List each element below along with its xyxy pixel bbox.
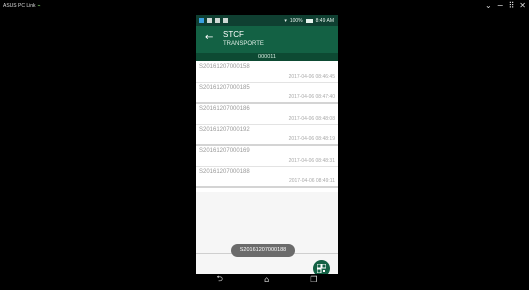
item-code: S20161207000186 — [199, 106, 250, 112]
host-app-title-text: ASUS PC Link — [3, 3, 36, 9]
item-code: S20161207000188 — [199, 169, 250, 175]
home-icon[interactable]: ⌂ — [264, 275, 269, 284]
status-system-icons: ▾ 100% 8:49 AM — [284, 18, 334, 24]
list-item[interactable]: S20161207000192 2017-04-06 08:48:19 — [196, 125, 338, 146]
link-status-icon: ⌁ — [37, 3, 41, 9]
back-nav-icon[interactable]: ⮌ — [217, 273, 223, 286]
android-status-bar: ▾ 100% 8:49 AM — [196, 15, 338, 26]
scan-list: S20161207000158 2017-04-06 08:46:45 S201… — [196, 62, 338, 188]
minimize-icon[interactable]: − — [497, 1, 504, 10]
arrow-left-icon[interactable]: ← — [205, 32, 213, 43]
status-notification-icons — [199, 18, 228, 23]
battery-icon — [305, 19, 313, 23]
grid-icon[interactable]: ⠿ — [508, 1, 514, 10]
item-timestamp: 2017-04-06 08:46:45 — [288, 74, 335, 80]
item-timestamp: 2017-04-06 08:48:08 — [288, 116, 335, 122]
session-code-bar: 000011 — [196, 53, 338, 61]
notification-icon — [199, 18, 204, 23]
host-window-titlebar: ASUS PC Link ⌁ ⌄ − ⠿ ✕ — [0, 0, 529, 12]
list-item[interactable]: S20161207000188 2017-04-06 08:49:11 — [196, 167, 338, 188]
android-nav-bar: ⮌ ⌂ ❐ — [196, 274, 338, 285]
notification-icon — [223, 18, 228, 23]
list-item[interactable]: S20161207000158 2017-04-06 08:46:45 — [196, 62, 338, 83]
list-item[interactable]: S20161207000186 2017-04-06 08:48:08 — [196, 104, 338, 125]
host-window-controls: ⌄ − ⠿ ✕ — [485, 1, 526, 10]
item-code: S20161207000185 — [199, 85, 250, 91]
item-timestamp: 2017-04-06 08:47:40 — [288, 94, 335, 100]
host-app-title: ASUS PC Link ⌁ — [3, 3, 41, 9]
app-title: STCF — [223, 30, 244, 39]
item-timestamp: 2017-04-06 08:49:11 — [288, 178, 335, 184]
item-timestamp: 2017-04-06 08:48:19 — [288, 136, 335, 142]
item-code: S20161207000158 — [199, 64, 250, 70]
notification-icon — [215, 18, 220, 23]
collapse-icon[interactable]: ⌄ — [485, 1, 492, 10]
list-item[interactable]: S20161207000185 2017-04-06 08:47:40 — [196, 83, 338, 104]
toast-message: S20161207000188 — [231, 244, 295, 257]
app-bar: ← STCF TRANSPORTE — [196, 26, 338, 53]
clock: 8:49 AM — [315, 18, 334, 24]
notification-icon — [207, 18, 212, 23]
battery-percentage: 100% — [289, 18, 303, 24]
recents-icon[interactable]: ❐ — [310, 275, 317, 284]
app-subtitle: TRANSPORTE — [223, 41, 264, 47]
barcode-scan-icon — [317, 264, 326, 273]
item-code: S20161207000169 — [199, 148, 250, 154]
item-code: S20161207000192 — [199, 127, 250, 133]
list-item[interactable]: S20161207000169 2017-04-06 08:48:31 — [196, 146, 338, 167]
item-timestamp: 2017-04-06 08:48:31 — [288, 158, 335, 164]
phone-screen: ▾ 100% 8:49 AM ← STCF TRANSPORTE 000011 … — [196, 15, 338, 285]
signal-icon: ▾ — [284, 18, 287, 24]
close-icon[interactable]: ✕ — [519, 1, 526, 10]
